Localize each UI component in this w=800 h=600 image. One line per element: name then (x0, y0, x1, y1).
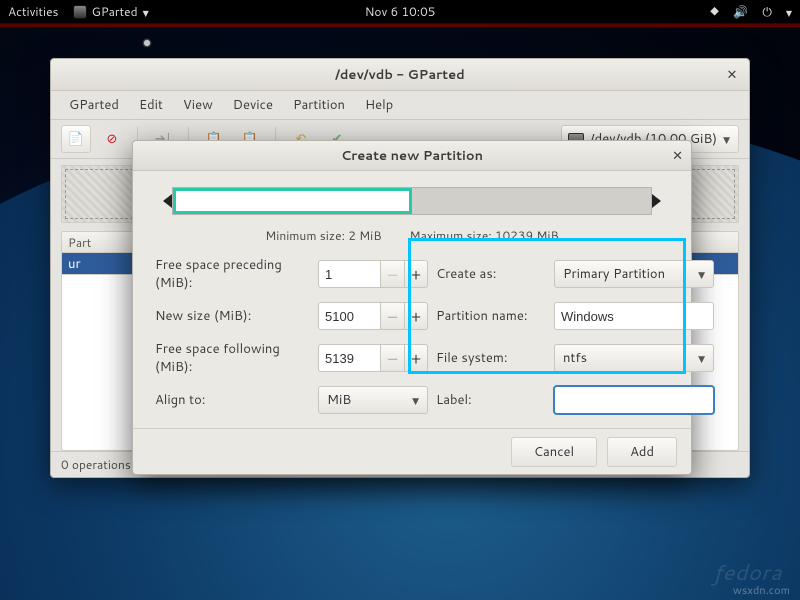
label-align-to: Align to: (155, 391, 310, 409)
menu-edit[interactable]: Edit (131, 92, 171, 118)
menu-partition[interactable]: Partition (285, 92, 353, 118)
menu-help[interactable]: Help (357, 92, 401, 118)
chevron-down-icon: ▼ (698, 352, 705, 365)
app-icon (73, 5, 87, 19)
increment-button[interactable]: + (404, 302, 428, 330)
appmenu-label: GParted (92, 3, 138, 20)
align-to-combo[interactable]: MiB ▼ (318, 386, 428, 414)
slider-track[interactable] (172, 187, 652, 215)
menu-device[interactable]: Device (225, 92, 281, 118)
add-button[interactable]: Add (607, 437, 677, 467)
close-icon[interactable]: ✕ (672, 147, 683, 165)
site-watermark: wsxdn.com (733, 582, 790, 598)
window-titlebar[interactable]: /dev/vdb - GParted ✕ (51, 59, 749, 91)
menu-gparted[interactable]: GParted (61, 92, 127, 118)
increment-button[interactable]: + (404, 344, 428, 372)
free-preceding-spinner[interactable]: − + (318, 260, 428, 288)
dialog-form: Free space preceding (MiB): − + Create a… (133, 250, 691, 428)
dialog-footer: Cancel Add (133, 428, 691, 474)
menubar: GParted Edit View Device Partition Help (51, 91, 749, 119)
file-system-combo[interactable]: ntfs ▼ (554, 344, 714, 372)
min-size-label: Minimum size: 2 MiB (265, 227, 381, 244)
chevron-down-icon[interactable]: ▼ (786, 7, 792, 19)
decrement-button[interactable]: − (380, 302, 404, 330)
file-system-value: ntfs (563, 349, 587, 367)
volume-icon[interactable]: 🔊 (733, 3, 748, 20)
appmenu-button[interactable]: GParted ▼ (73, 3, 149, 20)
decrement-button[interactable]: − (380, 344, 404, 372)
size-limits: Minimum size: 2 MiB Maximum size: 10239 … (133, 227, 691, 244)
label-free-following: Free space following (MiB): (155, 340, 310, 376)
label-free-preceding: Free space preceding (MiB): (155, 256, 310, 292)
new-partition-button[interactable]: 📄 (61, 125, 91, 153)
menu-view[interactable]: View (175, 92, 221, 118)
close-icon[interactable]: ✕ (723, 66, 741, 84)
new-size-input[interactable] (318, 302, 380, 330)
chevron-down-icon: ▼ (698, 268, 705, 281)
increment-button[interactable]: + (404, 260, 428, 288)
free-following-input[interactable] (318, 344, 380, 372)
label-file-system: File system: (436, 349, 546, 367)
desktop-moon (144, 40, 150, 46)
label-create-as: Create as: (436, 265, 546, 283)
dialog-titlebar[interactable]: Create new Partition ✕ (133, 141, 691, 171)
slider-handle-left[interactable] (163, 194, 172, 208)
create-as-value: Primary Partition (563, 265, 665, 283)
network-icon[interactable]: ⯁ (710, 3, 720, 20)
label-input[interactable] (554, 386, 714, 414)
row-text: ur (68, 255, 81, 273)
free-preceding-input[interactable] (318, 260, 380, 288)
slider-used-region[interactable] (173, 188, 412, 214)
create-partition-dialog: Create new Partition ✕ Minimum size: 2 M… (132, 140, 692, 475)
partition-name-input[interactable] (554, 302, 714, 330)
chevron-down-icon: ▼ (412, 394, 419, 407)
window-title: /dev/vdb - GParted (335, 66, 465, 84)
free-following-spinner[interactable]: − + (318, 344, 428, 372)
chevron-down-icon: ▼ (723, 133, 730, 146)
align-to-value: MiB (327, 391, 351, 409)
cancel-button[interactable]: Cancel (511, 437, 597, 467)
power-icon[interactable]: ⏻ (762, 3, 772, 20)
size-slider[interactable] (163, 181, 661, 221)
max-size-label: Maximum size: 10239 MiB (410, 227, 559, 244)
slider-handle-right[interactable] (652, 194, 661, 208)
label-partition-name: Partition name: (436, 307, 546, 325)
activities-button[interactable]: Activities (8, 3, 59, 20)
col-partition: Part (68, 234, 91, 251)
clock[interactable]: Nov 6 10:05 (365, 3, 436, 20)
create-as-combo[interactable]: Primary Partition ▼ (554, 260, 714, 288)
gnome-topbar: Activities GParted ▼ Nov 6 10:05 ⯁ 🔊 ⏻ ▼ (0, 0, 800, 24)
label-new-size: New size (MiB): (155, 307, 310, 325)
delete-button[interactable]: ⊘ (97, 125, 127, 153)
label-label: Label: (436, 391, 546, 409)
decrement-button[interactable]: − (380, 260, 404, 288)
new-size-spinner[interactable]: − + (318, 302, 428, 330)
accent-strip (0, 24, 800, 27)
chevron-down-icon: ▼ (143, 7, 149, 19)
dialog-title: Create new Partition (341, 147, 483, 165)
